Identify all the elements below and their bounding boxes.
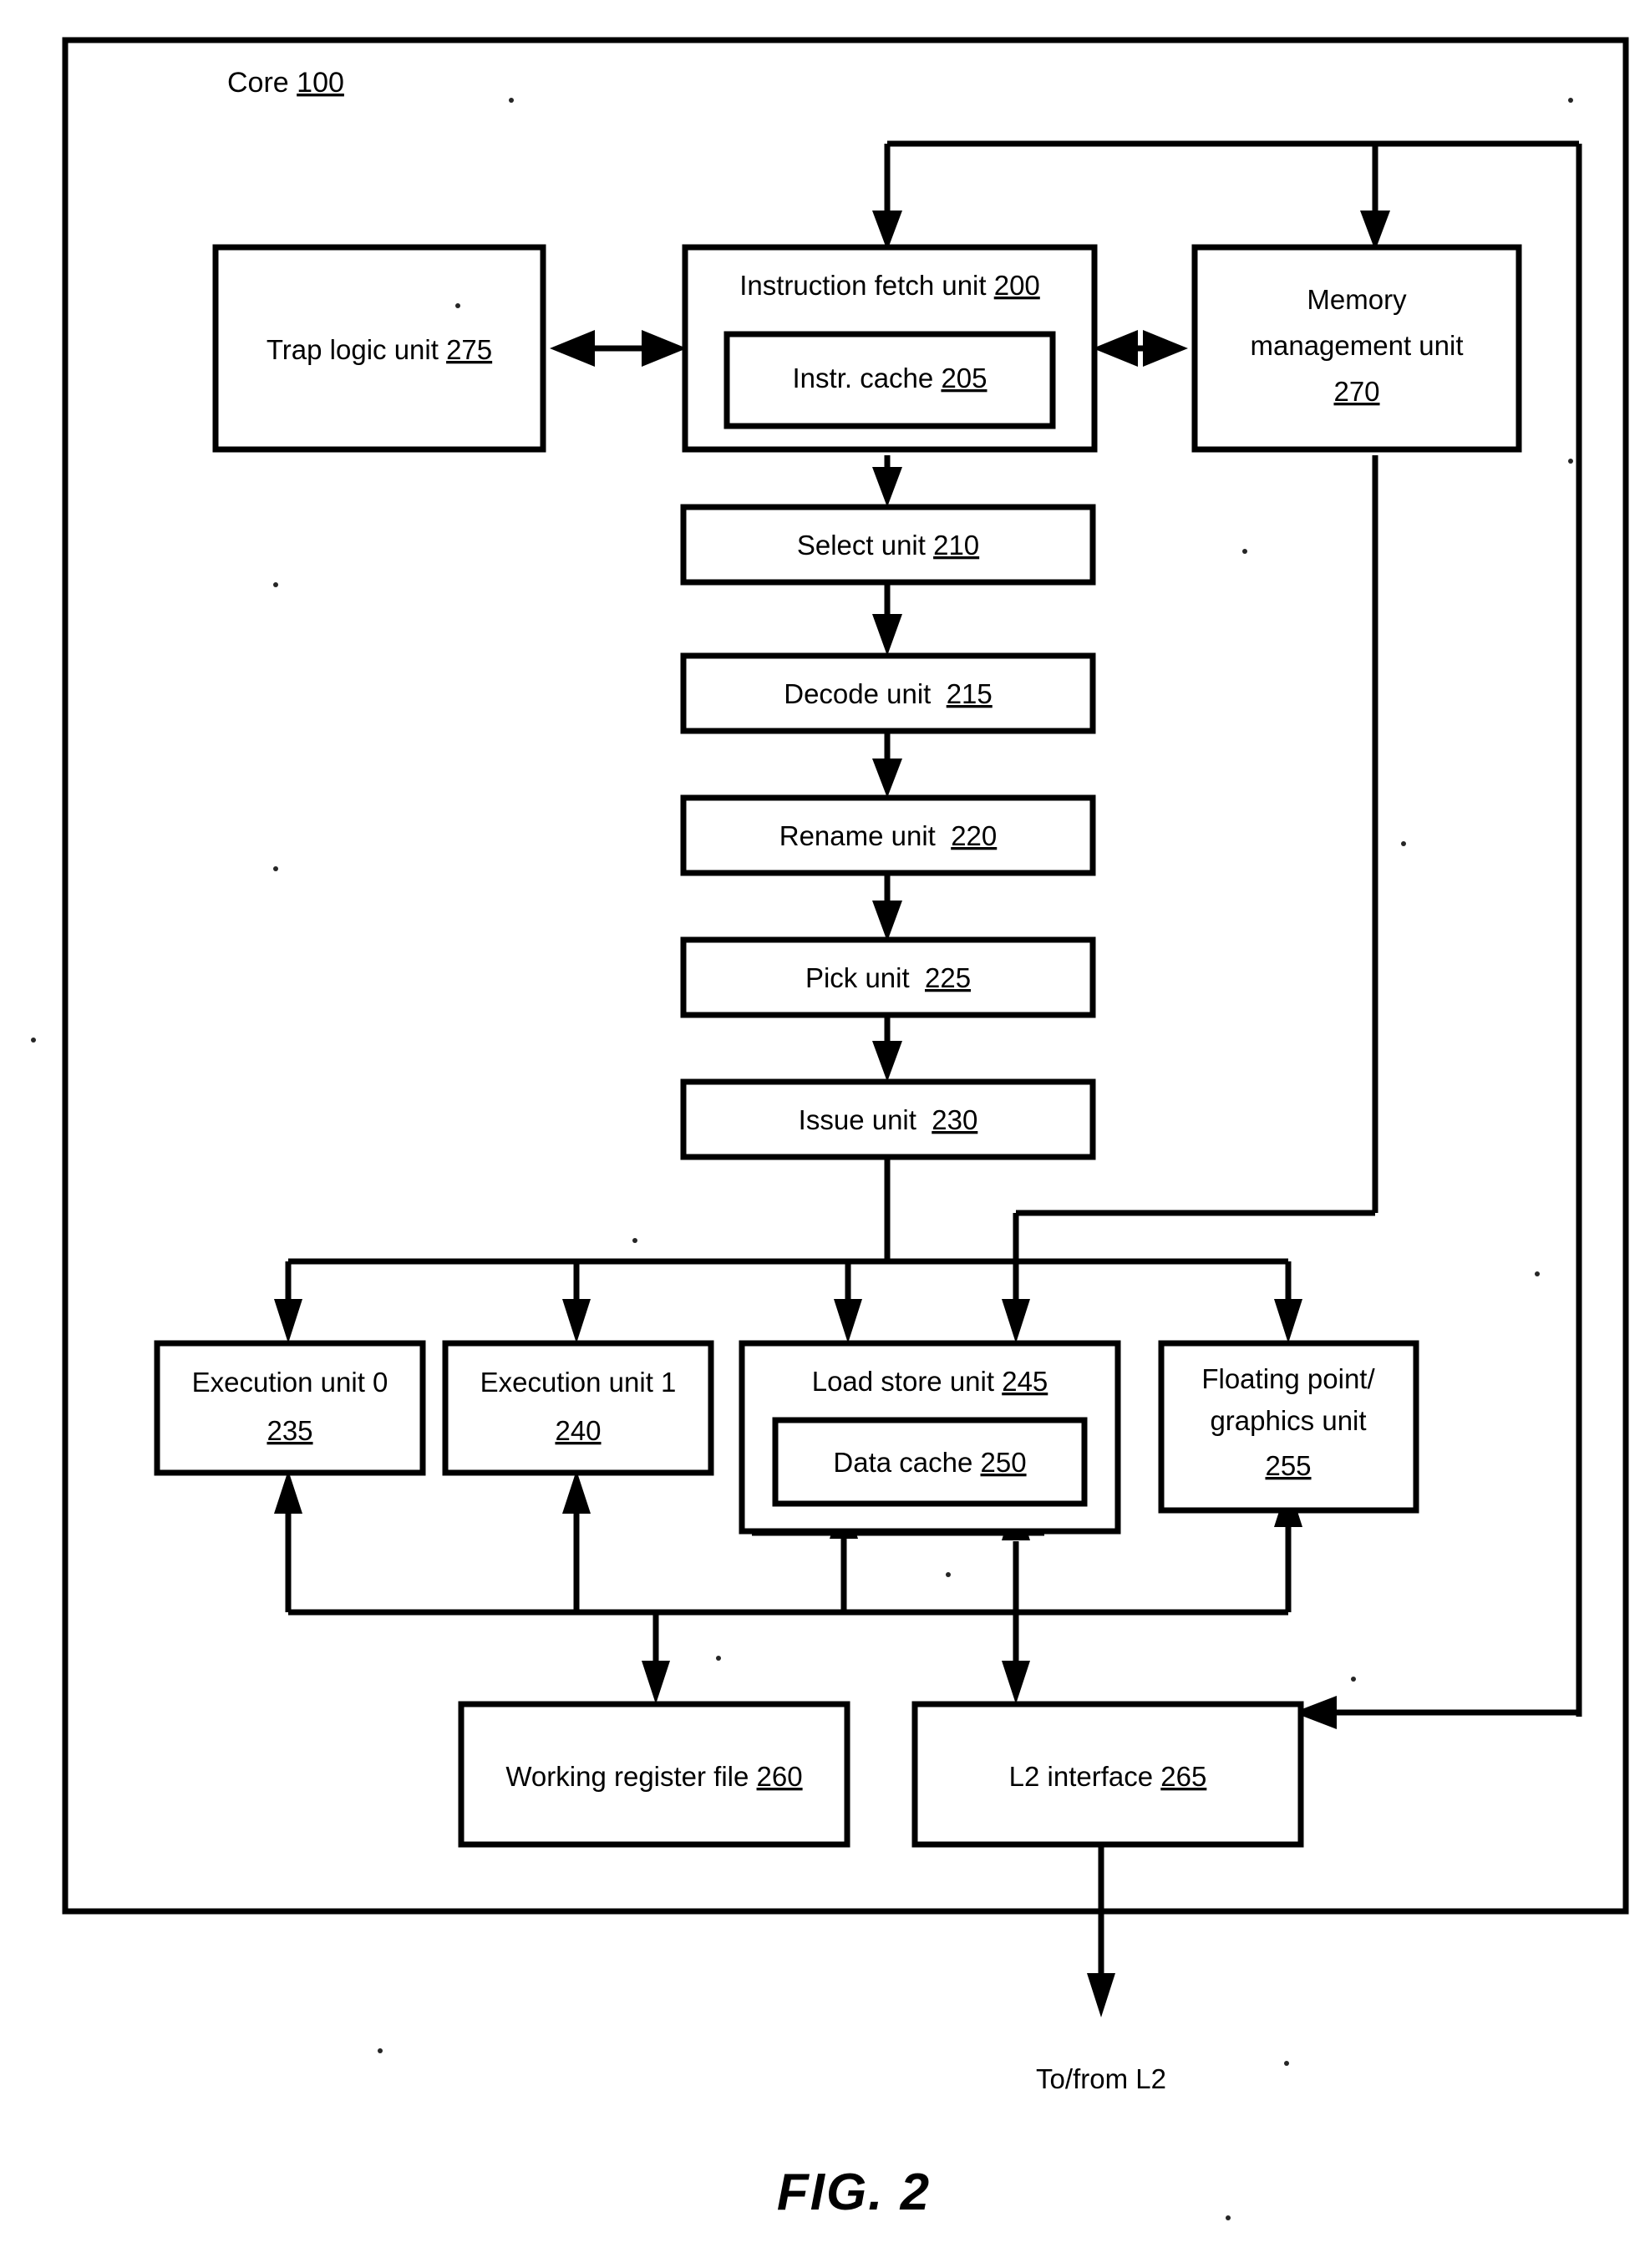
data-cache-label: Data cache 250 [833,1447,1026,1478]
fp-graphics-unit-number: 255 [1265,1450,1311,1481]
arrow-into-load-store-unit-left [834,1299,862,1343]
block-execution-unit-1[interactable]: Execution unit 1 240 [442,1340,714,1476]
block-trap-logic-unit[interactable]: Trap logic unit 275 [212,244,546,453]
arrow-into-pick-unit [872,901,902,941]
core-label: Core 100 [227,67,344,99]
l2-interface-label: L2 interface 265 [1009,1761,1207,1792]
fp-graphics-unit-label-line1: Floating point/ [1201,1363,1375,1394]
execution-unit-0-label: Execution unit 0 [192,1367,388,1398]
fp-graphics-unit-label-line2: graphics unit [1210,1405,1366,1436]
arrow-into-execution-unit-0-bottom [274,1470,302,1514]
memory-management-unit-label-line2: management unit [1251,330,1464,361]
block-execution-unit-0[interactable]: Execution unit 0 235 [154,1340,426,1476]
execution-unit-0-number: 235 [267,1415,312,1446]
core-label-title: Core [227,67,289,99]
issue-unit-label: Issue unit 230 [799,1104,978,1135]
memory-management-unit-label-line1: Memory [1307,284,1407,315]
block-instr-cache[interactable]: Instr. cache 205 [723,331,1056,429]
block-working-register-file[interactable]: Working register file 260 [458,1701,850,1848]
core-block-diagram: Core 100 Trap logic unit 275 Instruction… [31,37,1629,2221]
block-issue-unit[interactable]: Issue unit 230 [680,1078,1096,1160]
memory-management-unit-number: 270 [1333,376,1379,407]
arrow-into-working-register-file [642,1661,670,1704]
block-memory-management-unit[interactable]: Memory management unit 270 [1191,244,1522,453]
arrow-into-rename-unit [872,759,902,798]
block-pick-unit[interactable]: Pick unit 225 [680,936,1096,1018]
trap-logic-unit-label: Trap logic unit 275 [267,334,492,365]
block-fp-graphics-unit[interactable]: Floating point/ graphics unit 255 [1158,1340,1419,1514]
execution-unit-1-label: Execution unit 1 [480,1367,677,1398]
arrow-into-execution-unit-1-bottom [562,1470,591,1514]
block-rename-unit[interactable]: Rename unit 220 [680,794,1096,876]
select-unit-label: Select unit 210 [797,530,979,561]
arrow-into-l2-interface-top [1002,1661,1030,1704]
execution-unit-1-number: 240 [555,1415,601,1446]
arrow-into-decode-unit [872,614,902,656]
instr-cache-label: Instr. cache 205 [793,363,987,393]
arrow-into-issue-unit [872,1041,902,1082]
arrow-into-execution-unit-0 [274,1299,302,1343]
to-from-l2-caption: To/from L2 [1036,2063,1166,2094]
patent-figure: Core 100 Trap logic unit 275 Instruction… [0,0,1650,2268]
block-select-unit[interactable]: Select unit 210 [680,504,1096,586]
load-store-unit-label: Load store unit 245 [812,1366,1048,1397]
core-label-number: 100 [297,67,344,99]
arrow-to-instruction-fetch-right [1093,330,1138,367]
decode-unit-label: Decode unit 215 [784,678,993,709]
working-register-file-label: Working register file 260 [505,1761,802,1792]
arrow-to-mmu-left [1143,330,1188,367]
arrow-to-trap-logic [550,330,595,367]
arrow-to-instruction-fetch-left [642,330,687,367]
block-decode-unit[interactable]: Decode unit 215 [680,652,1096,734]
rename-unit-label: Rename unit 220 [779,820,998,851]
instruction-fetch-unit-label: Instruction fetch unit 200 [739,270,1040,301]
block-l2-interface[interactable]: L2 interface 265 [911,1701,1304,1848]
block-data-cache[interactable]: Data cache 250 [772,1417,1088,1507]
arrow-into-load-store-unit-right [1002,1299,1030,1343]
arrow-into-fp-graphics-unit [1274,1299,1302,1343]
arrow-into-select-unit [872,467,902,507]
pick-unit-label: Pick unit 225 [805,962,971,993]
figure-label: FIG. 2 [777,2164,931,2221]
arrow-to-external-l2-down [1087,1973,1115,2017]
arrow-into-execution-unit-1 [562,1299,591,1343]
